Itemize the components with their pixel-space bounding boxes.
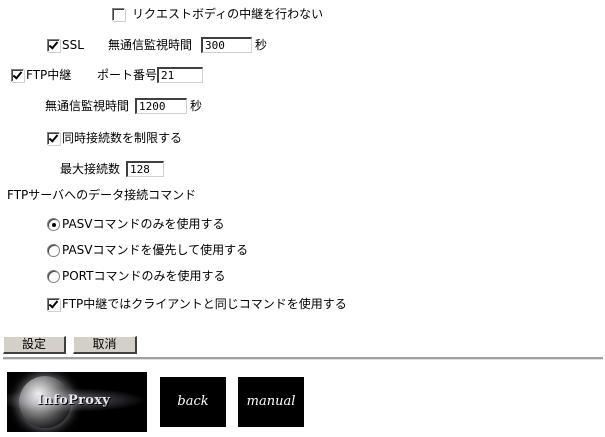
ssl-idle-timeout-label: 無通信監視時間 xyxy=(108,38,193,52)
pasv-only-label: PASVコマンドのみを使用する xyxy=(62,217,225,231)
cancel-button[interactable]: 取消 xyxy=(73,336,137,354)
pasv-preferred-label: PASVコマンドを優先して使用する xyxy=(62,243,249,257)
ssl-idle-timeout-input[interactable]: 300 xyxy=(201,37,252,53)
ftp-idle-timeout-unit: 秒 xyxy=(190,99,203,113)
ssl-idle-timeout-unit: 秒 xyxy=(255,38,268,52)
ssl-checkbox[interactable] xyxy=(47,39,60,52)
port-only-label: PORTコマンドのみを使用する xyxy=(62,269,226,283)
ftp-relay-label: FTP中継 xyxy=(26,68,72,82)
no-relay-request-body-label: リクエストボディの中継を行わない xyxy=(132,7,324,21)
manual-link[interactable]: manual xyxy=(238,377,304,427)
same-as-client-label: FTP中継ではクライアントと同じコマンドを使用する xyxy=(62,297,347,311)
back-link[interactable]: back xyxy=(160,377,226,427)
ftp-idle-timeout-input[interactable]: 1200 xyxy=(135,98,187,114)
port-only-radio[interactable] xyxy=(47,270,60,283)
submit-button[interactable]: 設定 xyxy=(3,336,66,354)
infoproxy-logo[interactable]: InfoProxy xyxy=(7,372,147,432)
pasv-preferred-radio[interactable] xyxy=(47,244,60,257)
divider xyxy=(3,357,603,360)
same-as-client-checkbox[interactable] xyxy=(47,298,60,311)
ftp-port-input[interactable]: 21 xyxy=(157,67,203,83)
limit-connections-label: 同時接続数を制限する xyxy=(62,131,183,145)
ftp-relay-checkbox[interactable] xyxy=(11,69,24,82)
max-connections-label: 最大接続数 xyxy=(60,162,121,176)
ssl-label: SSL xyxy=(62,38,84,52)
pasv-only-radio[interactable] xyxy=(47,218,60,231)
logo-text: InfoProxy xyxy=(37,393,111,408)
ftp-command-heading: FTPサーバへのデータ接続コマンド xyxy=(7,188,197,202)
ftp-idle-timeout-label: 無通信監視時間 xyxy=(45,99,130,113)
limit-connections-checkbox[interactable] xyxy=(47,132,60,145)
max-connections-input[interactable]: 128 xyxy=(126,161,164,177)
ftp-port-label: ポート番号 xyxy=(97,68,158,82)
no-relay-request-body-checkbox[interactable] xyxy=(112,8,125,21)
